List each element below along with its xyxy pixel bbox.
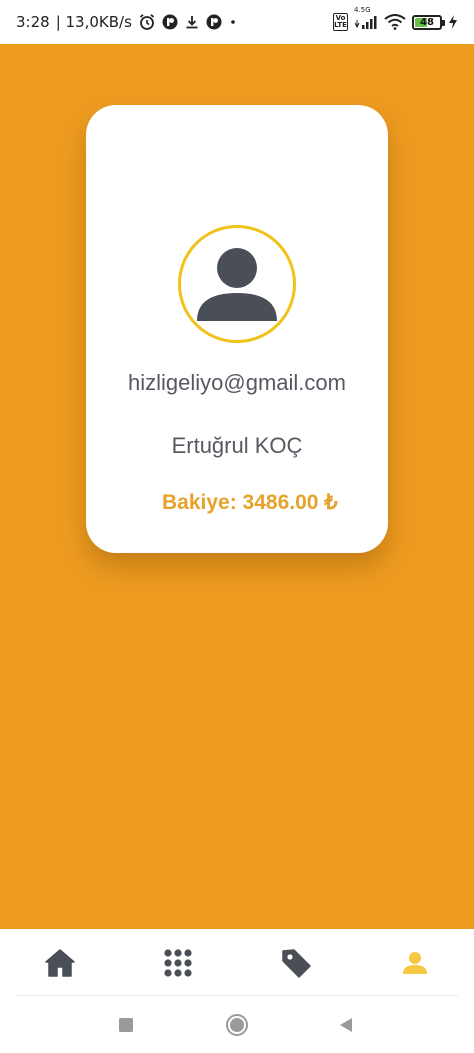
profile-card: hizligeliyo@gmail.com Ertuğrul KOÇ Bakiy… <box>86 105 388 553</box>
home-button[interactable] <box>222 1010 252 1040</box>
user-avatar-icon <box>197 248 277 321</box>
status-right: Vo LTE 4.5G 48 <box>333 6 458 31</box>
battery-icon: 48 <box>412 14 445 30</box>
download-icon <box>184 14 200 30</box>
user-email: hizligeliyo@gmail.com <box>128 370 346 395</box>
user-name: Ertuğrul KOÇ <box>171 433 303 458</box>
square-icon <box>119 1018 133 1032</box>
network-label: 4.5G <box>354 6 371 14</box>
alarm-icon <box>138 13 156 31</box>
tag-icon <box>282 949 311 978</box>
back-button[interactable] <box>331 1010 361 1040</box>
status-bar: 3:28 | 13,0KB/s Vo LTE 4.5G 48 <box>0 0 474 44</box>
grid-icon <box>164 949 192 977</box>
avatar <box>178 225 296 343</box>
status-speed: | 13,0KB/s <box>55 13 132 31</box>
app-notification-icon <box>206 14 222 30</box>
volte-icon: Vo LTE <box>333 13 348 31</box>
bottom-nav <box>0 929 474 997</box>
recents-button[interactable] <box>111 1010 141 1040</box>
main-area: hizligeliyo@gmail.com Ertuğrul KOÇ Bakiy… <box>0 44 474 929</box>
charging-icon <box>448 14 458 30</box>
nav-menu[interactable] <box>158 943 198 983</box>
balance-label: Bakiye: 3486.00 ₺ <box>162 491 338 514</box>
nav-profile[interactable] <box>395 943 435 983</box>
nav-home[interactable] <box>40 943 80 983</box>
profile-icon <box>403 952 427 974</box>
back-triangle-icon <box>340 1018 352 1032</box>
wifi-icon <box>384 14 406 30</box>
battery-cap <box>442 19 445 26</box>
system-nav <box>0 996 474 1053</box>
signal-icon: 4.5G <box>354 6 378 30</box>
nav-campaigns[interactable] <box>276 943 316 983</box>
status-left: 3:28 | 13,0KB/s <box>16 13 238 31</box>
home-icon <box>45 949 75 977</box>
app-notification-icon <box>162 14 178 30</box>
status-time: 3:28 <box>16 13 50 31</box>
battery-level: 48 <box>420 16 434 28</box>
circle-icon <box>226 1014 248 1036</box>
dot-icon <box>228 17 238 27</box>
